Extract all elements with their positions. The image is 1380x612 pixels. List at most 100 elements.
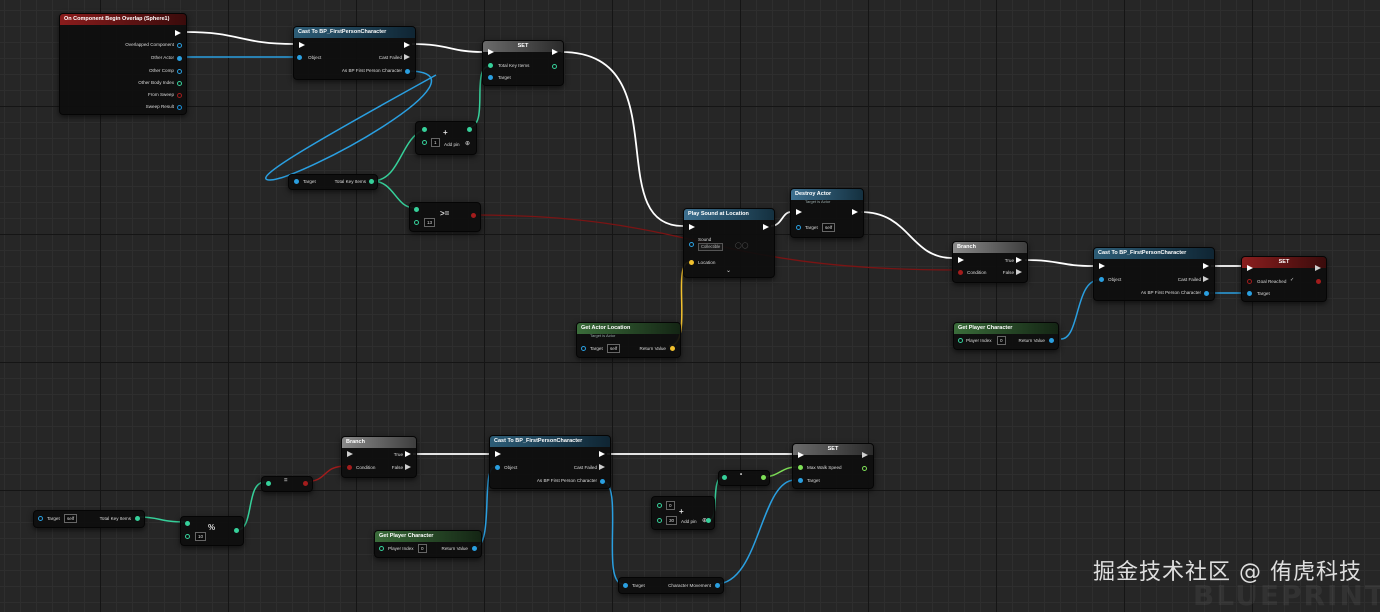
exec-out-pin[interactable] [852, 209, 858, 215]
equal-a-pin[interactable] [266, 481, 271, 486]
modulo-b-pin[interactable] [185, 534, 190, 539]
target-in-pin[interactable] [581, 346, 586, 351]
target-value[interactable]: self [64, 514, 78, 523]
convert-out-pin[interactable] [761, 475, 766, 480]
total-key-items-out-pin[interactable] [369, 179, 374, 184]
add-b-pin[interactable] [422, 140, 427, 145]
modulo-a-pin[interactable] [185, 521, 190, 526]
add-node-1[interactable]: 1 + Add pin ⊕ [415, 121, 477, 155]
exec-in-pin[interactable] [689, 224, 695, 230]
add-b-value[interactable]: 1 [431, 138, 440, 147]
equal-out-pin[interactable] [303, 481, 308, 486]
browse-icon[interactable]: ◯◯ [735, 242, 748, 249]
target-value[interactable]: self [822, 223, 836, 232]
other-actor-pin[interactable] [177, 56, 182, 61]
target-in-pin[interactable] [798, 478, 803, 483]
target-in-pin[interactable] [488, 75, 493, 80]
goal-reached-in-pin[interactable] [1247, 279, 1252, 284]
false-exec-pin[interactable] [1016, 269, 1022, 275]
sound-pin[interactable] [689, 242, 694, 247]
player-index-value[interactable]: 0 [997, 336, 1006, 345]
target-in-pin[interactable] [623, 583, 628, 588]
add-a-value[interactable]: 0 [666, 501, 675, 510]
player-index-value[interactable]: 0 [418, 544, 427, 553]
exec-in-pin[interactable] [798, 452, 804, 458]
return-value-pin[interactable] [670, 346, 675, 351]
character-movement-out-pin[interactable] [715, 583, 720, 588]
destroy-actor-node[interactable]: Destroy Actor Target is Actor Target sel… [790, 188, 864, 238]
as-character-out-pin[interactable] [405, 69, 410, 74]
cast-node-3[interactable]: Cast To BP_FirstPersonCharacter Object C… [489, 435, 611, 489]
exec-out-pin[interactable] [552, 49, 558, 55]
cast-node-2[interactable]: Cast To BP_FirstPersonCharacter Object C… [1093, 247, 1215, 301]
modulo-b-value[interactable]: 10 [195, 532, 207, 541]
total-key-items-out-pin[interactable] [552, 64, 557, 69]
get-total-key-items-node-2[interactable]: Target self Total Key Items [33, 510, 145, 528]
condition-pin[interactable] [958, 270, 963, 275]
exec-out-pin[interactable] [175, 30, 181, 36]
compare-a-pin[interactable] [414, 207, 419, 212]
location-pin[interactable] [689, 260, 694, 265]
exec-in-pin[interactable] [299, 42, 305, 48]
target-in-pin[interactable] [1247, 291, 1252, 296]
compare-b-value[interactable]: 13 [424, 218, 436, 227]
exec-in-pin[interactable] [1247, 265, 1253, 271]
play-sound-at-location-node[interactable]: Play Sound at Location Sound Collectible… [683, 208, 775, 278]
other-comp-pin[interactable] [177, 69, 182, 74]
total-key-items-in-pin[interactable] [488, 63, 493, 68]
player-index-pin[interactable] [958, 338, 963, 343]
exec-in-pin[interactable] [1099, 263, 1105, 269]
exec-in-pin[interactable] [495, 451, 501, 457]
max-walk-speed-in-pin[interactable] [798, 465, 803, 470]
modulo-node[interactable]: 10 % [180, 516, 244, 546]
get-total-key-items-node-1[interactable]: Target Total Key Items [288, 174, 378, 190]
exec-out-pin[interactable] [1315, 265, 1321, 271]
chevron-down-icon[interactable]: ⌄ [726, 267, 731, 274]
sound-select[interactable]: Collectible [698, 243, 724, 251]
player-index-pin[interactable] [379, 546, 384, 551]
add-a-pin[interactable] [657, 503, 662, 508]
convert-in-pin[interactable] [722, 475, 727, 480]
cast-failed-pin[interactable] [1203, 276, 1209, 282]
exec-out-pin[interactable] [1203, 263, 1209, 269]
overlapped-component-pin[interactable] [177, 43, 182, 48]
target-in-pin[interactable] [796, 225, 801, 230]
add-pin-icon[interactable]: ⊕ [465, 140, 470, 147]
greater-equal-node[interactable]: 13 >= [409, 202, 481, 232]
exec-in-pin[interactable] [958, 257, 964, 263]
goal-reached-out-pin[interactable] [1316, 279, 1321, 284]
checkbox-checked-icon[interactable]: ✓ [1290, 277, 1294, 283]
exec-out-pin[interactable] [599, 451, 605, 457]
exec-out-pin[interactable] [404, 42, 410, 48]
get-player-character-node-2[interactable]: Get Player Character Player Index 0 Retu… [374, 530, 482, 558]
exec-out-pin[interactable] [862, 452, 868, 458]
return-value-pin[interactable] [472, 546, 477, 551]
add-b-pin[interactable] [657, 518, 662, 523]
add-b-value[interactable]: 30 [666, 516, 678, 525]
equal-node[interactable]: = [261, 476, 313, 492]
target-value[interactable]: self [607, 344, 621, 353]
exec-in-pin[interactable] [488, 49, 494, 55]
as-character-out-pin[interactable] [600, 479, 605, 484]
true-exec-pin[interactable] [405, 451, 411, 457]
true-exec-pin[interactable] [1016, 257, 1022, 263]
condition-pin[interactable] [347, 465, 352, 470]
as-character-out-pin[interactable] [1204, 291, 1209, 296]
cast-failed-pin[interactable] [599, 464, 605, 470]
int-to-float-node[interactable]: • [718, 470, 770, 486]
compare-out-pin[interactable] [471, 213, 476, 218]
max-walk-speed-out-pin[interactable] [862, 466, 867, 471]
cast-node-1[interactable]: Cast To BP_FirstPersonCharacter Object C… [293, 26, 416, 80]
add-a-pin[interactable] [422, 127, 427, 132]
set-node-max-walk-speed[interactable]: SET Max Walk Speed Target [792, 443, 874, 489]
object-in-pin[interactable] [1099, 277, 1104, 282]
other-body-index-pin[interactable] [177, 81, 182, 86]
object-in-pin[interactable] [297, 55, 302, 60]
target-in-pin[interactable] [294, 179, 299, 184]
compare-b-pin[interactable] [414, 220, 419, 225]
add-out-pin[interactable] [467, 127, 472, 132]
get-character-movement-node[interactable]: Target Character Movement [618, 577, 724, 594]
get-player-character-node-1[interactable]: Get Player Character Player Index 0 Retu… [953, 322, 1059, 350]
event-node-begin-overlap[interactable]: On Component Begin Overlap (Sphere1) Ove… [59, 13, 187, 115]
return-value-pin[interactable] [1049, 338, 1054, 343]
